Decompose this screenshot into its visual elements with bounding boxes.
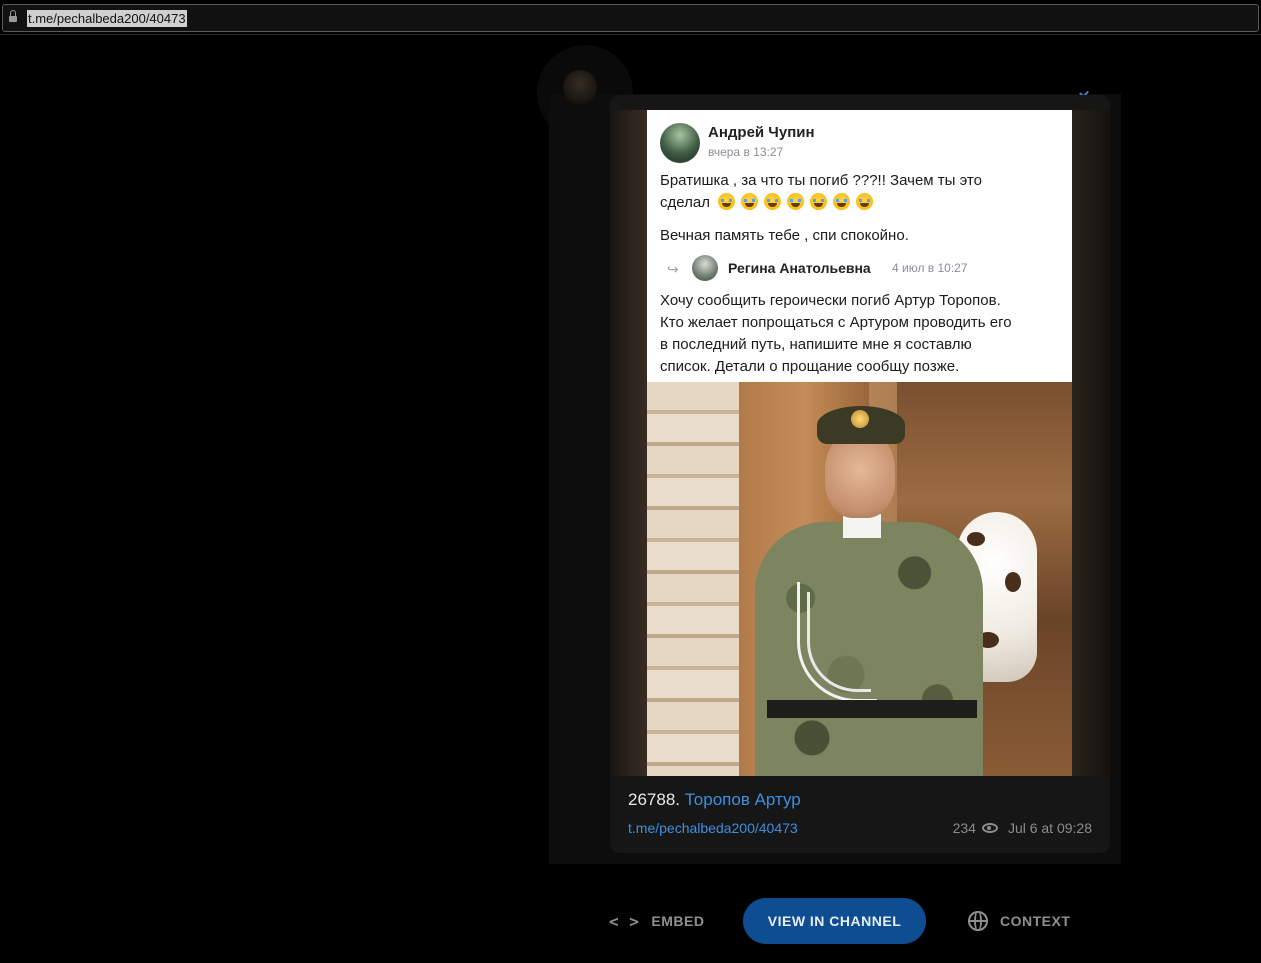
view-in-channel-label: VIEW IN CHANNEL [767,913,902,929]
globe-icon [968,911,988,931]
view-in-channel-button[interactable]: VIEW IN CHANNEL [743,898,926,944]
url-field[interactable]: t.me/pechalbeda200/40473 [2,4,1259,32]
crying-emoji-icon [833,193,851,210]
vk-post-text-word: сделал [660,194,710,211]
message-link[interactable]: t.me/pechalbeda200/40473 [628,820,798,836]
crying-emoji-icons [718,193,879,217]
belt [767,700,977,718]
vk-repost-text: список. Детали о прощание сообщу позже. [660,358,960,375]
message-meta: 234 Jul 6 at 09:28 [953,820,1092,836]
repost-arrow-icon: ↪ [667,261,679,277]
caption-hashtag-link[interactable]: Торопов Артур [685,790,801,809]
vk-post-text: Братишка , за что ты погиб ???!! Зачем т… [660,172,982,189]
message-photo[interactable]: Андрей Чупин вчера в 13:27 Братишка , за… [610,110,1110,776]
code-icon: < > [609,911,640,931]
cap-badge [851,410,869,428]
context-label: CONTEXT [1000,913,1071,929]
crying-emoji-icon [741,193,759,210]
vk-repost-time: 4 июл в 10:27 [892,261,968,275]
vk-repost-text: Кто желает попрощаться с Артуром проводи… [660,314,1012,331]
url-text[interactable]: t.me/pechalbeda200/40473 [27,10,187,27]
vk-post-time: вчера в 13:27 [708,145,784,159]
vk-post-text: Вечная память тебе , спи спокойно. [660,227,909,244]
vk-author-name: Андрей Чупин [708,124,815,141]
message-datetime[interactable]: Jul 6 at 09:28 [1008,820,1092,836]
crying-emoji-icon [787,193,805,210]
embed-label: EMBED [651,913,705,929]
vk-repost-text: Хочу сообщить героически погиб Артур Тор… [660,292,1001,309]
wallpaper [647,382,739,776]
soldier-photo [647,382,1072,776]
lock-icon [9,10,17,23]
view-count: 234 [952,820,976,836]
eye-icon [981,823,998,833]
vk-repost-author: Регина Анатольевна [728,260,871,276]
pleading-emoji-icon [856,193,874,210]
vk-post-screenshot: Андрей Чупин вчера в 13:27 Братишка , за… [647,110,1072,382]
message-bubble: Андрей Чупин вчера в 13:27 Братишка , за… [610,95,1110,853]
embed-button[interactable]: < > EMBED [609,898,704,944]
vk-repost-text: в последний путь, напишите мне я составл… [660,336,972,353]
vk-author-avatar [660,123,700,163]
channel-avatar[interactable] [563,70,597,104]
crying-emoji-icon [810,193,828,210]
crying-emoji-icon [764,193,782,210]
divider [0,34,1261,35]
crying-emoji-icon [718,193,736,210]
vk-post-text: сделал [660,192,879,217]
context-button[interactable]: CONTEXT [968,898,1070,944]
address-bar: t.me/pechalbeda200/40473 [0,0,1261,36]
message-caption: 26788. Торопов Артур [628,790,801,810]
vk-repost-avatar [692,255,718,281]
caption-number: 26788. [628,790,680,809]
